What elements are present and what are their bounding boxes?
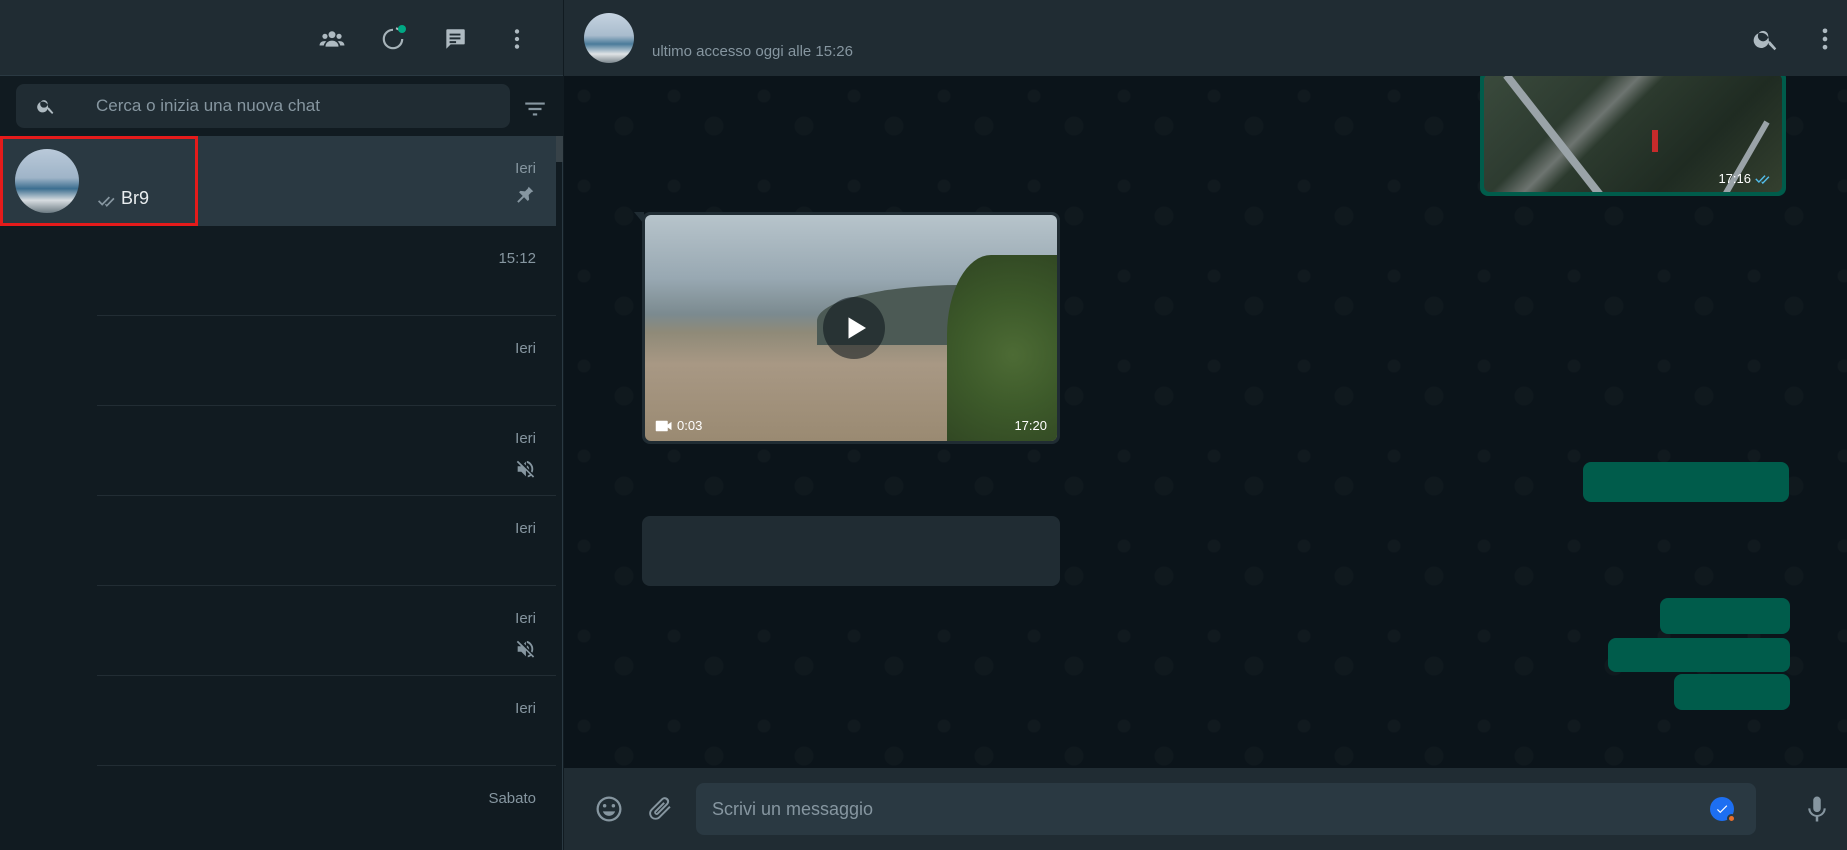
chat-name: Br9 — [121, 188, 150, 208]
muted-icon — [514, 638, 536, 660]
whatsapp-web-app: Br9 Ieri 15:12 Ieri Ieri — [0, 0, 1847, 850]
message-time: 17:16 — [1718, 171, 1751, 186]
outgoing-message[interactable] — [1674, 674, 1790, 710]
filter-icon[interactable] — [522, 96, 548, 122]
chat-item[interactable]: Ieri — [0, 586, 556, 676]
chat-list-scrollbar[interactable] — [556, 136, 563, 162]
play-button[interactable] — [823, 297, 885, 359]
duration-text: 0:03 — [677, 418, 703, 433]
bubble-tail — [634, 212, 644, 224]
status-unread-dot — [398, 25, 406, 33]
search-bar — [0, 76, 563, 136]
microphone-icon[interactable] — [1802, 794, 1832, 824]
menu-icon[interactable] — [500, 22, 534, 56]
chat-time: Ieri — [515, 520, 536, 537]
chat-item[interactable]: Ieri — [0, 676, 556, 766]
chat-time: Ieri — [515, 610, 536, 627]
chat-time: Sabato — [488, 790, 536, 807]
chat-item[interactable]: Ieri — [0, 496, 556, 586]
left-header — [0, 0, 563, 76]
search-icon[interactable] — [1752, 25, 1780, 53]
extension-badge-icon[interactable] — [1710, 797, 1736, 823]
message-input-box — [696, 783, 1756, 835]
video-camera-icon — [655, 420, 672, 431]
video-thumbnail[interactable]: 0:03 17:20 — [645, 215, 1057, 441]
search-input[interactable] — [96, 84, 496, 128]
message-area[interactable]: 17:16 0:03 17:20 — [564, 76, 1847, 768]
message-meta: 17:16 — [1718, 171, 1772, 186]
chat-name-row: Br9 — [97, 188, 149, 209]
outgoing-message[interactable] — [1583, 462, 1789, 502]
chat-item[interactable]: Ieri — [0, 316, 556, 406]
outgoing-message[interactable] — [1608, 638, 1790, 672]
emoji-icon[interactable] — [594, 794, 624, 824]
image-detail — [1503, 76, 1633, 192]
image-detail — [1652, 130, 1658, 152]
image-message[interactable]: 17:16 — [1480, 76, 1786, 196]
menu-icon[interactable] — [1811, 25, 1839, 53]
video-duration: 0:03 — [655, 418, 702, 433]
new-chat-icon[interactable] — [438, 22, 472, 56]
chat-time: Ieri — [515, 160, 536, 177]
chat-item[interactable]: Sabato — [0, 766, 556, 850]
search-icon — [36, 96, 56, 116]
muted-icon — [514, 458, 536, 480]
message-time: 17:20 — [1014, 418, 1047, 433]
chat-list-panel: Br9 Ieri 15:12 Ieri Ieri — [0, 0, 563, 850]
chat-item-br9[interactable]: Br9 Ieri — [0, 136, 556, 226]
pin-icon — [514, 184, 536, 206]
avatar — [15, 149, 79, 213]
message-input[interactable] — [712, 783, 1712, 835]
chat-time: Ieri — [515, 700, 536, 717]
conversation-panel: ultimo accesso oggi alle 15:26 17:16 0:0… — [564, 0, 1847, 850]
chat-item[interactable]: 15:12 — [0, 226, 556, 316]
chat-time: Ieri — [515, 340, 536, 357]
chat-time: Ieri — [515, 430, 536, 447]
chat-list: Br9 Ieri 15:12 Ieri Ieri Ieri Ieri Ieri … — [0, 136, 556, 850]
video-scene-detail — [947, 255, 1057, 441]
outgoing-message[interactable] — [1660, 598, 1790, 634]
notification-dot — [1727, 814, 1736, 823]
play-icon — [848, 317, 866, 339]
contact-avatar[interactable] — [584, 13, 634, 63]
message-composer — [564, 768, 1847, 850]
status-icon[interactable] — [376, 22, 410, 56]
read-ticks-icon — [1755, 174, 1770, 184]
attach-icon[interactable] — [646, 794, 676, 824]
communities-icon[interactable] — [315, 22, 349, 56]
chat-item[interactable]: Ieri — [0, 406, 556, 496]
incoming-message[interactable] — [642, 516, 1060, 586]
search-box — [16, 84, 510, 128]
video-message[interactable]: 0:03 17:20 — [634, 212, 1060, 444]
read-ticks-icon — [97, 192, 117, 207]
last-seen-status: ultimo accesso oggi alle 15:26 — [652, 43, 853, 60]
conversation-header[interactable]: ultimo accesso oggi alle 15:26 — [564, 0, 1847, 76]
chat-time: 15:12 — [498, 250, 536, 267]
